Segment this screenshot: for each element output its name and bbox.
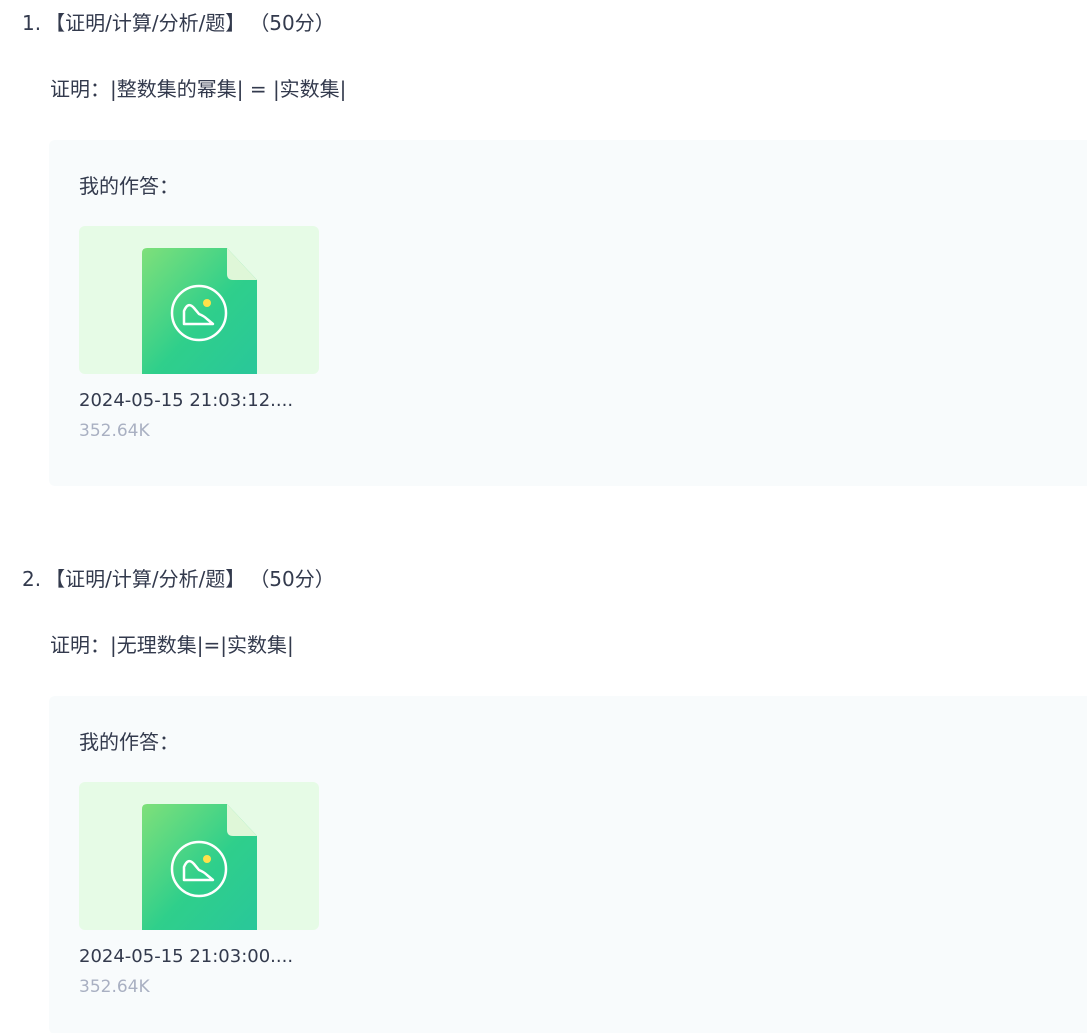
my-answer-panel: 我的作答：	[49, 696, 1087, 1033]
homework-review-page: 1. 【证明/计算/分析/题】 （50分） 证明：|整数集的幂集| = |实数集| …	[0, 0, 1087, 1033]
my-answer-label: 我的作答：	[79, 730, 179, 754]
attachment-file-name[interactable]: 2024-05-15 21:03:12....	[79, 388, 293, 414]
attachment-thumbnail[interactable]	[79, 782, 319, 930]
answer-attachment[interactable]: 2024-05-15 21:03:00.... 352.64K	[79, 782, 319, 1002]
question-stem: 证明：|整数集的幂集| = |实数集|	[50, 77, 347, 101]
image-file-icon	[142, 804, 257, 930]
question-type: 【证明/计算/分析/题】	[45, 567, 246, 591]
question-header: 2. 【证明/计算/分析/题】 （50分）	[22, 564, 335, 594]
question-score: （50分）	[259, 567, 335, 591]
question-score: （50分）	[259, 11, 335, 35]
my-answer-panel: 我的作答：	[49, 140, 1087, 486]
attachment-file-size: 352.64K	[79, 977, 150, 997]
my-answer-label: 我的作答：	[79, 174, 179, 198]
image-file-icon	[142, 248, 257, 374]
attachment-file-size: 352.64K	[79, 421, 150, 441]
question-header: 1. 【证明/计算/分析/题】 （50分）	[22, 8, 335, 38]
question-number: 1.	[22, 11, 42, 35]
attachment-file-name[interactable]: 2024-05-15 21:03:00....	[79, 944, 293, 970]
attachment-thumbnail[interactable]	[79, 226, 319, 374]
question-stem: 证明：|无理数集|=|实数集|	[50, 633, 294, 657]
question-type: 【证明/计算/分析/题】	[45, 11, 246, 35]
question-number: 2.	[22, 567, 42, 591]
answer-attachment[interactable]: 2024-05-15 21:03:12.... 352.64K	[79, 226, 319, 446]
